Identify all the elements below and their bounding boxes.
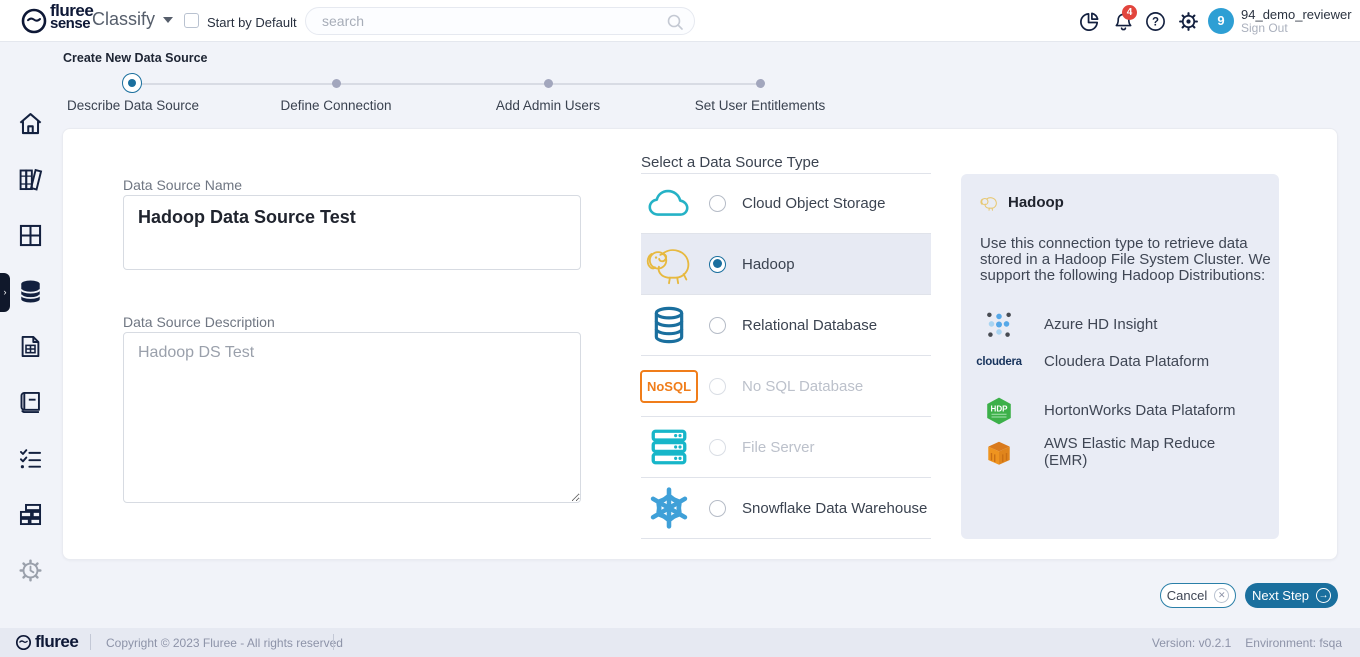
sidebar-item-home[interactable] bbox=[17, 110, 44, 137]
data-source-type-list: Cloud Object Storage bbox=[641, 173, 931, 539]
database-cylinder-icon bbox=[643, 304, 695, 346]
footer-divider bbox=[333, 634, 334, 650]
classify-dropdown[interactable]: Classify bbox=[92, 9, 173, 30]
username: 94_demo_reviewer bbox=[1241, 7, 1352, 22]
sidebar-item-systems[interactable] bbox=[17, 501, 44, 528]
sidebar-item-tables[interactable] bbox=[17, 222, 44, 249]
svg-text:HDP: HDP bbox=[991, 405, 1009, 414]
file-server-icon bbox=[643, 426, 695, 468]
snowflake-icon bbox=[643, 487, 695, 529]
search-input[interactable] bbox=[322, 9, 662, 33]
cancel-button[interactable]: Cancel ✕ bbox=[1160, 583, 1236, 608]
distribution-cloudera: cloudera Cloudera Data Plataform bbox=[980, 354, 1259, 371]
description-field-label: Data Source Description bbox=[123, 314, 275, 330]
stepper-connector bbox=[133, 83, 760, 85]
page-title: Create New Data Source bbox=[63, 51, 208, 65]
hdp-hexagon-icon: HDP bbox=[980, 396, 1018, 426]
distribution-hortonworks: HDP HortonWorks Data Plataform bbox=[980, 396, 1259, 426]
radio-hadoop[interactable] bbox=[709, 256, 726, 273]
logo-text: fluree sense bbox=[50, 4, 93, 30]
hadoop-info-panel: Hadoop Use this connection type to retri… bbox=[961, 174, 1279, 539]
data-source-description-input[interactable]: Hadoop DS Test bbox=[123, 332, 581, 503]
radio-nosql-database bbox=[709, 378, 726, 395]
footer-logo: fluree bbox=[15, 632, 78, 652]
user-avatar[interactable]: 9 bbox=[1208, 8, 1234, 34]
gear-icon[interactable] bbox=[1177, 10, 1200, 33]
info-panel-title: Hadoop bbox=[1008, 194, 1064, 211]
footer-copyright: Copyright © 2023 Fluree - All rights res… bbox=[106, 636, 343, 650]
top-header: fluree sense Classify Start by Default 4… bbox=[0, 0, 1360, 42]
azure-hdinsight-icon bbox=[980, 310, 1018, 340]
sidebar-flyout-handle[interactable]: › bbox=[0, 273, 10, 312]
start-by-default-checkbox[interactable] bbox=[184, 13, 199, 28]
name-field-label: Data Source Name bbox=[123, 177, 242, 193]
sidebar-item-settings-history[interactable] bbox=[17, 557, 44, 584]
fluree-logo-icon bbox=[15, 634, 32, 651]
sidebar-item-report[interactable] bbox=[17, 333, 44, 360]
footer-version-info: Version: v0.2.1 Environment: fsqa bbox=[1152, 636, 1342, 650]
data-source-name-input[interactable]: Hadoop Data Source Test bbox=[123, 195, 581, 270]
radio-cloud-object-storage[interactable] bbox=[709, 195, 726, 212]
radio-relational-database[interactable] bbox=[709, 317, 726, 334]
step-marker bbox=[756, 79, 765, 88]
fluree-sense-logo-icon bbox=[20, 7, 48, 35]
chevron-down-icon bbox=[163, 17, 173, 23]
step-active-marker bbox=[122, 73, 142, 93]
distribution-azure-hd-insight: Azure HD Insight bbox=[980, 310, 1259, 340]
sidebar-item-data-sources[interactable] bbox=[17, 278, 44, 305]
footer-environment: Environment: fsqa bbox=[1245, 636, 1342, 650]
notification-badge: 4 bbox=[1122, 5, 1137, 20]
footer-divider bbox=[90, 634, 91, 650]
step-marker bbox=[332, 79, 341, 88]
sidebar-item-catalog[interactable] bbox=[17, 389, 44, 416]
type-selector-title: Select a Data Source Type bbox=[641, 154, 819, 171]
sidebar-item-library[interactable] bbox=[17, 166, 44, 193]
cloudera-logo: cloudera bbox=[980, 356, 1018, 368]
search-icon bbox=[666, 13, 684, 31]
info-panel-description: Use this connection type to retrieve dat… bbox=[980, 236, 1272, 283]
search-bar[interactable] bbox=[305, 7, 695, 35]
sidebar-item-tasks[interactable] bbox=[17, 445, 44, 472]
close-icon: ✕ bbox=[1214, 588, 1229, 603]
radio-file-server bbox=[709, 439, 726, 456]
cloud-icon bbox=[643, 186, 695, 222]
hadoop-elephant-icon bbox=[643, 243, 695, 285]
start-by-default-label: Start by Default bbox=[207, 15, 297, 30]
distribution-aws-emr: AWS Elastic Map Reduce (EMR) bbox=[980, 436, 1259, 469]
type-option-file-server[interactable]: File Server bbox=[641, 417, 931, 478]
next-step-button[interactable]: Next Step → bbox=[1245, 583, 1338, 608]
radio-snowflake[interactable] bbox=[709, 500, 726, 517]
type-option-relational-database[interactable]: Relational Database bbox=[641, 295, 931, 356]
type-option-hadoop[interactable]: Hadoop bbox=[641, 234, 931, 295]
create-data-source-card: Data Source Name Hadoop Data Source Test… bbox=[62, 128, 1338, 560]
svg-text:?: ? bbox=[1152, 17, 1159, 29]
footer: fluree Copyright © 2023 Fluree - All rig… bbox=[0, 628, 1360, 657]
hadoop-elephant-icon bbox=[980, 195, 998, 211]
help-icon[interactable]: ? bbox=[1144, 10, 1167, 33]
pie-chart-icon[interactable] bbox=[1078, 10, 1101, 33]
arrow-right-icon: → bbox=[1316, 588, 1331, 603]
app-root: fluree sense Classify Start by Default 4… bbox=[0, 0, 1360, 657]
aws-emr-icon bbox=[980, 438, 1018, 468]
step-marker bbox=[544, 79, 553, 88]
type-option-cloud-object-storage[interactable]: Cloud Object Storage bbox=[641, 173, 931, 234]
footer-version: Version: v0.2.1 bbox=[1152, 636, 1231, 650]
type-option-snowflake[interactable]: Snowflake Data Warehouse bbox=[641, 478, 931, 539]
sign-out-link[interactable]: Sign Out bbox=[1241, 21, 1288, 35]
type-option-nosql-database[interactable]: NoSQL No SQL Database bbox=[641, 356, 931, 417]
nosql-chip-icon: NoSQL bbox=[643, 370, 695, 403]
